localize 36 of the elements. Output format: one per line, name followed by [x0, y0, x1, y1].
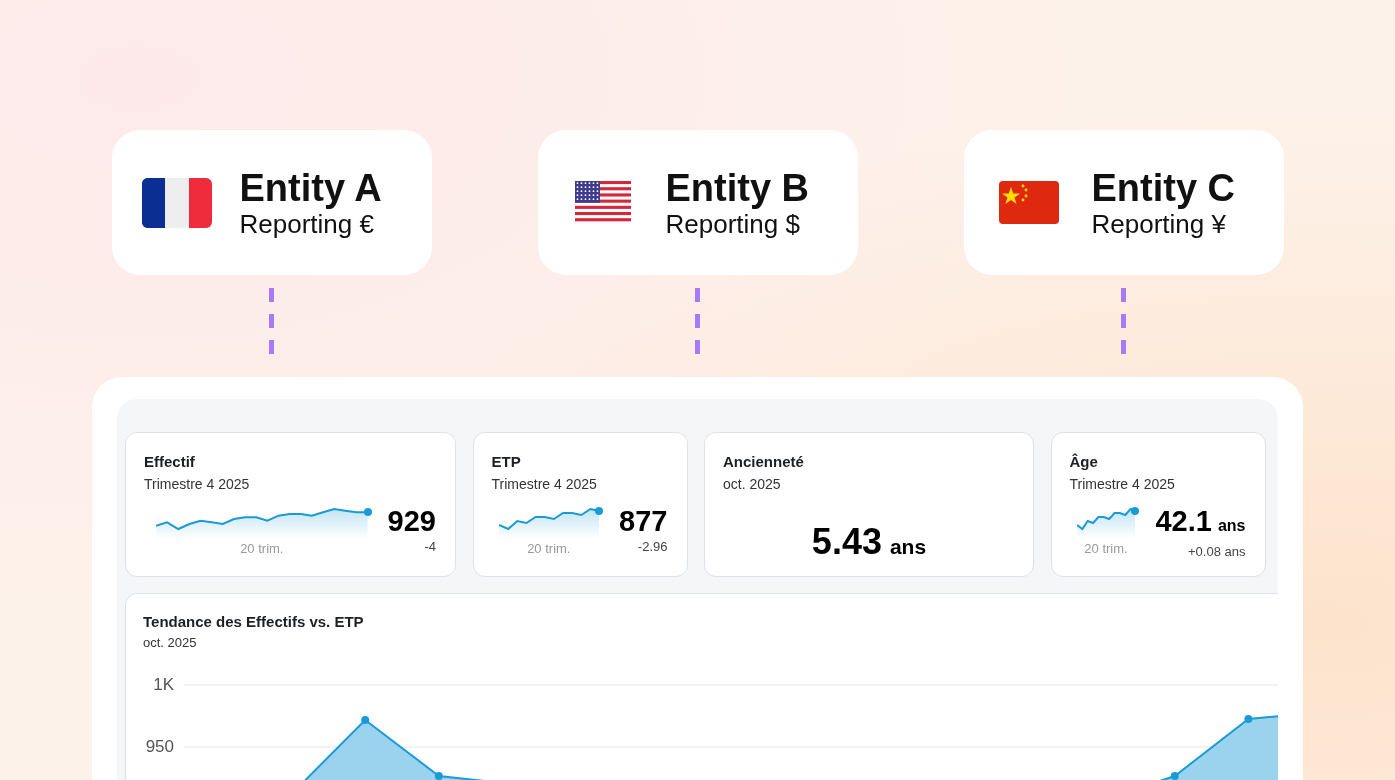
entity-name: Entity B	[665, 166, 810, 209]
kpi-delta: +0.08 ans	[1188, 544, 1246, 559]
data-point	[1244, 715, 1253, 723]
reporting-currency: Reporting ¥	[1091, 208, 1227, 239]
data-point	[361, 716, 370, 724]
flag-icon	[574, 181, 631, 224]
axis-tick-label: 1K	[153, 675, 174, 695]
kpi-period: Trimestre 4 2025	[1069, 475, 1176, 493]
kpi-value: 42.1 ans	[1155, 505, 1246, 539]
flag-icon	[141, 177, 212, 228]
kpi-title: Ancienneté	[723, 452, 805, 472]
reporting-currency: Reporting €	[239, 208, 375, 239]
kpi-period: Trimestre 4 2025	[144, 475, 251, 493]
sparkline-span: 20 trim.	[240, 541, 284, 556]
kpi-period: oct. 2025	[723, 475, 782, 493]
sparkline-span: 20 trim.	[527, 541, 571, 556]
sparkline-span: 20 trim.	[1084, 541, 1128, 556]
kpi-value: 5.43 ans	[811, 521, 927, 562]
chart-period: oct. 2025	[143, 635, 198, 650]
kpi-title: Effectif	[144, 452, 196, 472]
entity-name: Entity A	[239, 166, 382, 209]
kpi-value: 877	[619, 505, 668, 537]
kpi-period: Trimestre 4 2025	[491, 475, 598, 493]
reporting-currency: Reporting $	[665, 208, 801, 239]
data-point	[434, 772, 443, 780]
entity-name: Entity C	[1091, 166, 1236, 209]
kpi-delta: -4	[424, 539, 436, 554]
kpi-title: ETP	[491, 452, 522, 472]
flag-icon	[998, 181, 1059, 224]
kpi-delta: -2.96	[637, 539, 668, 554]
chart-title: Tendance des Effectifs vs. ETP	[143, 612, 365, 632]
data-point	[1170, 772, 1179, 780]
sparkline	[1076, 505, 1136, 539]
axis-tick-label: 950	[145, 737, 174, 757]
kpi-title: Âge	[1069, 452, 1099, 472]
kpi-value: 929	[387, 505, 436, 537]
